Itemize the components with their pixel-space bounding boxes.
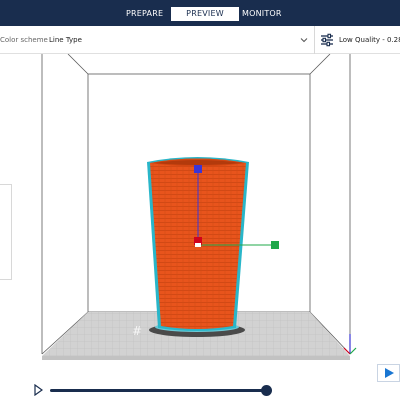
color-scheme-dropdown[interactable]: Line Type — [49, 36, 82, 44]
top-navigation-bar: PREPARE PREVIEW MONITOR — [0, 0, 400, 26]
axis-indicator-icon — [343, 334, 357, 355]
print-settings-summary[interactable]: Low Quality - 0.28mm — [339, 36, 400, 44]
play-icon[interactable] — [33, 384, 43, 396]
cura-preview-window: PREPARE PREVIEW MONITOR Color scheme Lin… — [0, 0, 400, 400]
play-icon — [385, 368, 394, 378]
build-volume-scene: # — [41, 54, 357, 360]
simulation-play-button[interactable] — [377, 364, 400, 382]
svg-text:#: # — [132, 324, 142, 338]
tab-preview[interactable]: PREVIEW — [171, 7, 239, 21]
3d-viewport[interactable]: # — [0, 54, 400, 400]
toolbar-divider — [314, 26, 315, 54]
side-panel-tab[interactable] — [0, 184, 12, 280]
layer-progress-track[interactable] — [50, 389, 267, 392]
sliders-icon[interactable] — [320, 33, 334, 47]
color-scheme-label: Color scheme — [0, 36, 48, 44]
chevron-down-icon[interactable] — [299, 35, 309, 45]
tab-monitor[interactable]: MONITOR — [242, 7, 282, 21]
view-settings-bar: Color scheme Line Type Low Quality - 0.2… — [0, 26, 400, 54]
tab-prepare[interactable]: PREPARE — [126, 7, 163, 21]
layer-slider-handle[interactable] — [261, 385, 272, 396]
